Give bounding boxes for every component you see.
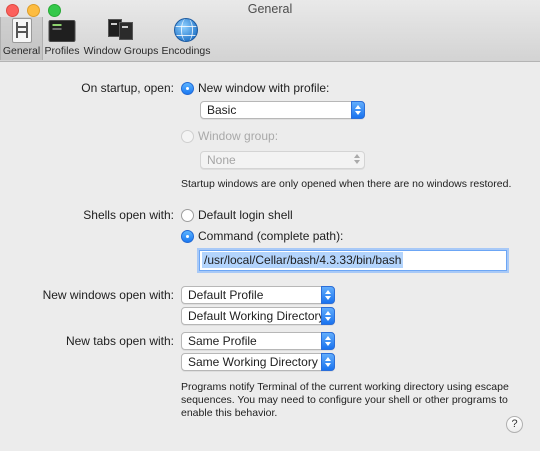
popup-arrows-icon bbox=[351, 151, 365, 169]
help-button[interactable]: ? bbox=[506, 416, 523, 433]
new-windows-label: New windows open with: bbox=[42, 288, 174, 302]
tab-encodings[interactable]: Encodings bbox=[160, 17, 212, 60]
tab-window-groups[interactable]: Window Groups bbox=[83, 17, 159, 60]
new-tab-profile-popup[interactable]: Same Profile bbox=[181, 332, 335, 350]
command-path-field[interactable]: /usr/local/Cellar/bash/4.3.33/bin/bash bbox=[199, 250, 507, 271]
new-window-profile-value: Default Profile bbox=[188, 288, 264, 302]
command-path-text: /usr/local/Cellar/bash/4.3.33/bin/bash bbox=[202, 252, 404, 268]
default-shell-option-label: Default login shell bbox=[198, 208, 293, 222]
popup-arrows-icon bbox=[351, 101, 365, 119]
new-tab-directory-value: Same Working Directory bbox=[188, 355, 318, 369]
command-option-label: Command (complete path): bbox=[198, 229, 344, 243]
tab-encodings-label: Encodings bbox=[161, 45, 211, 57]
new-window-option-label: New window with profile: bbox=[198, 81, 330, 95]
window-group-option-label: Window group: bbox=[198, 129, 279, 143]
tab-general-label: General bbox=[2, 45, 41, 57]
popup-arrows-icon bbox=[321, 353, 335, 371]
window-toolbar: General General Profiles Window Groups E… bbox=[0, 0, 540, 62]
tab-window-groups-label: Window Groups bbox=[83, 45, 159, 57]
tab-profiles[interactable]: Profiles bbox=[42, 17, 82, 60]
footer-note-line: enable this behavior. bbox=[181, 407, 278, 419]
footer-note-line: Programs notify Terminal of the current … bbox=[181, 381, 509, 393]
new-tabs-label: New tabs open with: bbox=[65, 334, 174, 348]
window-groups-icon bbox=[108, 19, 134, 41]
default-shell-radio[interactable]: Default login shell bbox=[181, 208, 293, 222]
window-group-radio[interactable]: Window group: bbox=[181, 129, 278, 143]
window-group-popup[interactable]: None bbox=[200, 151, 365, 169]
new-window-directory-value: Default Working Directory bbox=[188, 309, 325, 323]
new-window-profile-popup[interactable]: Default Profile bbox=[181, 286, 335, 304]
radio-unselected-indicator bbox=[181, 208, 194, 222]
general-prefs-icon bbox=[11, 18, 32, 43]
new-window-radio[interactable]: New window with profile: bbox=[181, 81, 329, 95]
startup-profile-popup[interactable]: Basic bbox=[200, 101, 365, 119]
window-group-value: None bbox=[207, 153, 236, 167]
footer-note: Programs notify Terminal of the current … bbox=[181, 381, 509, 420]
popup-arrows-icon bbox=[321, 286, 335, 304]
popup-arrows-icon bbox=[321, 332, 335, 350]
startup-label: On startup, open: bbox=[81, 81, 174, 95]
radio-selected-indicator bbox=[181, 229, 194, 243]
radio-disabled-indicator bbox=[181, 129, 194, 143]
tab-general[interactable]: General bbox=[0, 17, 43, 60]
shells-label: Shells open with: bbox=[83, 208, 174, 222]
radio-selected-indicator bbox=[181, 81, 194, 95]
terminal-profiles-icon bbox=[48, 20, 76, 42]
new-window-directory-popup[interactable]: Default Working Directory bbox=[181, 307, 335, 325]
startup-profile-value: Basic bbox=[207, 103, 237, 117]
footer-note-line: sequences. You may need to configure you… bbox=[181, 394, 508, 406]
tab-profiles-label: Profiles bbox=[44, 45, 80, 57]
window-title: General bbox=[247, 2, 293, 16]
startup-note: Startup windows are only opened when the… bbox=[181, 178, 512, 190]
popup-arrows-icon bbox=[321, 307, 335, 325]
command-radio[interactable]: Command (complete path): bbox=[181, 229, 343, 243]
new-tab-directory-popup[interactable]: Same Working Directory bbox=[181, 353, 335, 371]
new-tab-profile-value: Same Profile bbox=[188, 334, 257, 348]
globe-icon bbox=[174, 18, 198, 42]
